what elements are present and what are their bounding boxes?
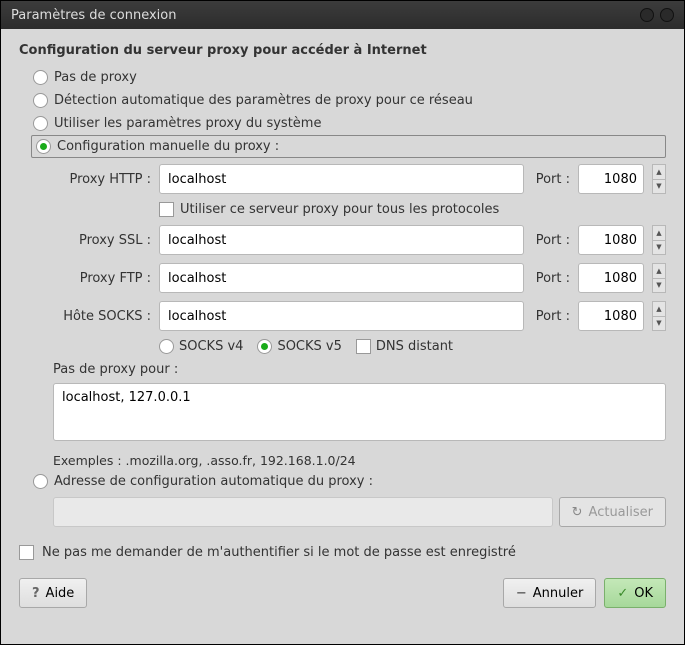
help-button[interactable]: Aide [19, 578, 87, 608]
close-button[interactable] [660, 8, 674, 22]
radio-icon [159, 339, 174, 354]
radio-no-proxy[interactable]: Pas de proxy [19, 66, 666, 89]
refresh-icon [572, 505, 583, 520]
ok-button[interactable]: OK [604, 578, 666, 608]
ftp-port-label: Port : [536, 271, 570, 286]
no-proxy-input[interactable] [53, 383, 666, 441]
checkbox-icon [159, 202, 174, 217]
ftp-proxy-row: Proxy FTP : Port : ▲▼ [53, 263, 666, 293]
auto-config-input-row: Actualiser [19, 497, 666, 527]
dialog-footer: Aide Annuler OK [19, 572, 666, 620]
auth-label: Ne pas me demander de m'authentifier si … [42, 545, 516, 560]
cancel-icon [516, 586, 527, 601]
refresh-button: Actualiser [559, 497, 666, 527]
http-host-input[interactable] [159, 164, 524, 194]
checkbox-icon [19, 545, 34, 560]
ftp-label: Proxy FTP : [53, 271, 151, 286]
socks-proxy-row: Hôte SOCKS : Port : ▲▼ [53, 301, 666, 331]
socks-label: Hôte SOCKS : [53, 309, 151, 324]
radio-label: Configuration manuelle du proxy : [57, 139, 279, 154]
cancel-button[interactable]: Annuler [503, 578, 596, 608]
ok-label: OK [634, 586, 653, 601]
http-label: Proxy HTTP : [53, 172, 151, 187]
dns-remote-label: DNS distant [376, 339, 453, 354]
ssl-host-input[interactable] [159, 225, 524, 255]
manual-proxy-fields: Proxy HTTP : Port : ▲▼ Utiliser ce serve… [19, 164, 666, 354]
http-port-spinner[interactable]: ▲▼ [652, 164, 666, 194]
no-proxy-label: Pas de proxy pour : [53, 362, 666, 377]
ssl-port-input[interactable] [578, 225, 644, 255]
radio-manual-proxy[interactable]: Configuration manuelle du proxy : [31, 135, 666, 158]
http-port-input[interactable] [578, 164, 644, 194]
socks-port-spinner[interactable]: ▲▼ [652, 301, 666, 331]
window-title: Paramètres de connexion [11, 8, 640, 23]
radio-icon [33, 70, 48, 85]
radio-socks-v4[interactable]: SOCKS v4 [159, 339, 243, 354]
ftp-port-spinner[interactable]: ▲▼ [652, 263, 666, 293]
no-proxy-example: Exemples : .mozilla.org, .asso.fr, 192.1… [53, 453, 666, 468]
radio-icon [33, 474, 48, 489]
ftp-port-input[interactable] [578, 263, 644, 293]
cancel-label: Annuler [533, 586, 584, 601]
radio-label: Adresse de configuration automatique du … [54, 474, 373, 489]
help-icon [32, 586, 40, 601]
socks-version-row: SOCKS v4 SOCKS v5 DNS distant [53, 339, 666, 354]
ssl-port-spinner[interactable]: ▲▼ [652, 225, 666, 255]
window-controls [640, 8, 674, 22]
socks-port-input[interactable] [578, 301, 644, 331]
radio-socks-v5[interactable]: SOCKS v5 [257, 339, 341, 354]
socks-port-label: Port : [536, 309, 570, 324]
check-icon [617, 586, 628, 601]
use-for-all-row[interactable]: Utiliser ce serveur proxy pour tous les … [53, 202, 666, 217]
radio-label: Détection automatique des paramètres de … [54, 93, 473, 108]
radio-icon [257, 339, 272, 354]
checkbox-dns-remote[interactable]: DNS distant [356, 339, 453, 354]
section-heading: Configuration du serveur proxy pour accé… [19, 43, 666, 58]
help-label: Aide [46, 586, 75, 601]
socks-v5-label: SOCKS v5 [277, 339, 341, 354]
radio-icon [36, 139, 51, 154]
ssl-label: Proxy SSL : [53, 233, 151, 248]
checkbox-icon [356, 339, 371, 354]
radio-icon [33, 116, 48, 131]
socks-v4-label: SOCKS v4 [179, 339, 243, 354]
dialog-content: Configuration du serveur proxy pour accé… [1, 29, 684, 644]
radio-label: Utiliser les paramètres proxy du système [54, 116, 321, 131]
ftp-host-input[interactable] [159, 263, 524, 293]
socks-host-input[interactable] [159, 301, 524, 331]
ssl-port-label: Port : [536, 233, 570, 248]
radio-system-proxy[interactable]: Utiliser les paramètres proxy du système [19, 112, 666, 135]
use-for-all-label: Utiliser ce serveur proxy pour tous les … [180, 202, 499, 217]
http-proxy-row: Proxy HTTP : Port : ▲▼ [53, 164, 666, 194]
ssl-proxy-row: Proxy SSL : Port : ▲▼ [53, 225, 666, 255]
radio-icon [33, 93, 48, 108]
radio-label: Pas de proxy [54, 70, 137, 85]
http-port-label: Port : [536, 172, 570, 187]
auth-checkbox-row[interactable]: Ne pas me demander de m'authentifier si … [19, 527, 666, 572]
connection-settings-dialog: Paramètres de connexion Configuration du… [0, 0, 685, 645]
refresh-label: Actualiser [589, 505, 653, 520]
auto-config-url-input [53, 497, 553, 527]
radio-auto-config-url[interactable]: Adresse de configuration automatique du … [19, 468, 666, 493]
minimize-button[interactable] [640, 8, 654, 22]
no-proxy-section: Pas de proxy pour : Exemples : .mozilla.… [19, 362, 666, 468]
radio-auto-detect[interactable]: Détection automatique des paramètres de … [19, 89, 666, 112]
titlebar: Paramètres de connexion [1, 1, 684, 29]
